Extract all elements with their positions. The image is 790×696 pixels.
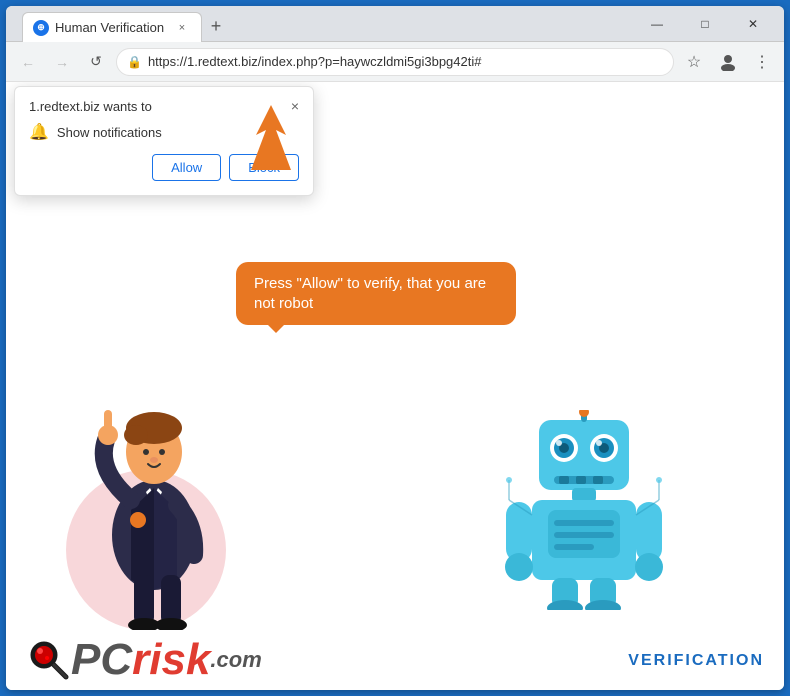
back-button[interactable]: ← [14, 48, 42, 76]
pcrisk-risk-text: risk [132, 638, 210, 682]
address-bar[interactable]: 🔒 https://1.redtext.biz/index.php?p=hayw… [116, 48, 674, 76]
verification-label: VERIFICATION [628, 652, 764, 670]
lock-icon: 🔒 [127, 55, 142, 69]
close-window-button[interactable]: ✕ [730, 9, 776, 39]
page-content: 1.redtext.biz wants to × 🔔 Show notifica… [6, 82, 784, 690]
maximize-button[interactable]: □ [682, 9, 728, 39]
notification-label: Show notifications [57, 125, 162, 140]
tab-favicon: ⊕ [33, 20, 49, 36]
tab-title: Human Verification [55, 20, 164, 35]
title-bar: ⊕ Human Verification × + — □ ✕ [6, 6, 784, 42]
robot-svg [504, 410, 664, 610]
man-svg [66, 380, 241, 630]
bookmark-button[interactable]: ☆ [680, 48, 708, 76]
pcrisk-pc-text: PC [71, 638, 132, 682]
robot-figure [504, 410, 664, 610]
speech-bubble-text: Press "Allow" to verify, that you are no… [254, 275, 486, 312]
allow-button[interactable]: Allow [152, 154, 221, 181]
browser-window: ⊕ Human Verification × + — □ ✕ ← → ↺ 🔒 h… [6, 6, 784, 690]
speech-bubble: Press "Allow" to verify, that you are no… [236, 262, 516, 325]
pcrisk-com-text: .com [210, 647, 261, 673]
minimize-button[interactable]: — [634, 9, 680, 39]
refresh-button[interactable]: ↺ [82, 48, 110, 76]
url-text: https://1.redtext.biz/index.php?p=haywcz… [148, 54, 663, 69]
menu-button[interactable]: ⋮ [748, 48, 776, 76]
address-bar-row: ← → ↺ 🔒 https://1.redtext.biz/index.php?… [6, 42, 784, 82]
arrow-indicator [231, 100, 311, 185]
pcrisk-logo: PCrisk.com [26, 637, 262, 682]
man-figure [66, 390, 236, 630]
bell-icon: 🔔 [29, 122, 49, 142]
tab-close-button[interactable]: × [173, 19, 191, 37]
tabs-row: ⊕ Human Verification × + [14, 6, 238, 42]
popup-title: 1.redtext.biz wants to [29, 99, 152, 114]
active-tab[interactable]: ⊕ Human Verification × [22, 12, 202, 42]
new-tab-button[interactable]: + [202, 12, 230, 40]
forward-button[interactable]: → [48, 48, 76, 76]
window-controls: — □ ✕ [634, 6, 776, 41]
pcrisk-icon [26, 637, 71, 682]
account-button[interactable] [714, 48, 742, 76]
